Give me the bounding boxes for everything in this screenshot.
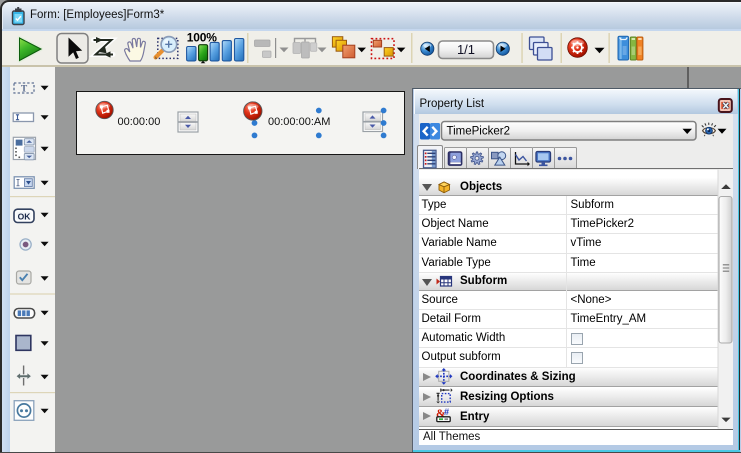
svg-text:T: T bbox=[21, 84, 28, 94]
svg-text:1/1: 1/1 bbox=[457, 42, 475, 57]
svg-text:#: # bbox=[444, 407, 449, 417]
svg-text:TimePicker2: TimePicker2 bbox=[447, 126, 510, 138]
svg-text:OK: OK bbox=[18, 212, 32, 222]
